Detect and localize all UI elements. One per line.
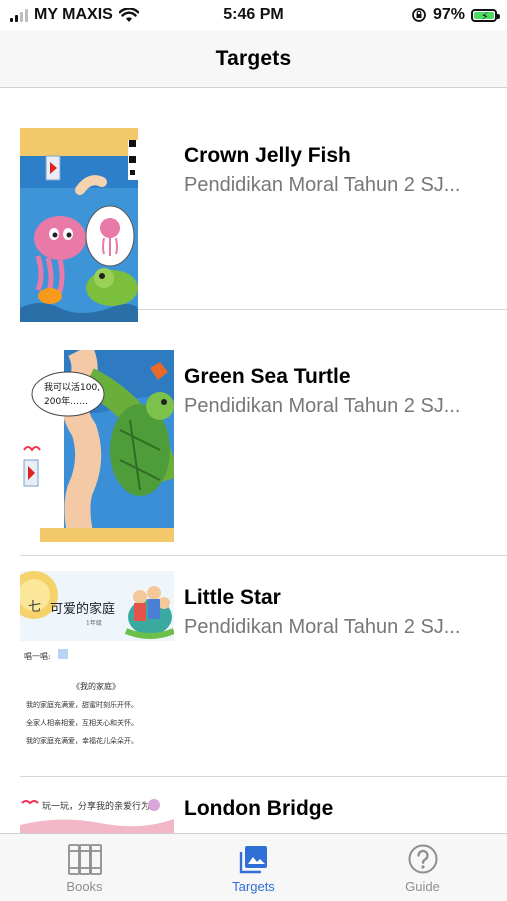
target-thumbnail: 我可以活100, 200年……: [20, 350, 174, 542]
navigation-bar: Targets: [0, 30, 507, 88]
star-song-line-3: 我的家庭充满爱，幸福花儿朵朵开。: [26, 736, 138, 745]
target-subtitle: Pendidikan Moral Tahun 2 SJ...: [184, 616, 461, 638]
photo-icon: [239, 842, 269, 876]
tab-label: Guide: [405, 879, 440, 894]
star-chapter-sub: 1年级: [86, 619, 102, 627]
bridge-text: 玩一玩，分享我的亲爱行为。: [42, 800, 159, 812]
list-item-crown-jelly-fish[interactable]: Crown Jelly Fish Pendidikan Moral Tahun …: [20, 88, 507, 322]
jellyfish-image: [20, 128, 138, 322]
star-song-title: 《我的家庭》: [72, 681, 120, 691]
target-thumbnail: 玩一玩，分享我的亲爱行为。: [20, 797, 174, 833]
star-song-line-1: 我的家庭充满爱，甜蜜时刻乐开怀。: [26, 700, 138, 709]
tab-bar: Books Targets Guide: [0, 833, 507, 901]
star-chapter-title: 可爱的家庭: [50, 601, 115, 617]
target-thumbnail: 七 可爱的家庭 1年级 唱一唱: 《我的家庭》 我的家庭充满爱，甜蜜时刻乐开怀。…: [20, 571, 174, 765]
status-right: 97% ⚡: [411, 6, 507, 24]
list-item-little-star[interactable]: 七 可爱的家庭 1年级 唱一唱: 《我的家庭》 我的家庭充满爱，甜蜜时刻乐开怀。…: [20, 556, 507, 777]
carrier-label: MY MAXIS: [34, 6, 113, 23]
turtle-bubble-text-2: 200年……: [44, 395, 88, 407]
battery-percent: 97%: [432, 6, 465, 23]
battery-charging-icon: ⚡: [471, 8, 500, 23]
tab-label: Books: [66, 879, 103, 894]
target-title: Little Star: [184, 586, 281, 609]
targets-list[interactable]: Crown Jelly Fish Pendidikan Moral Tahun …: [0, 88, 507, 833]
tab-label: Targets: [232, 879, 275, 894]
signal-icon: [10, 8, 28, 22]
little-star-image: 七 可爱的家庭 1年级 唱一唱: 《我的家庭》 我的家庭充满爱，甜蜜时刻乐开怀。…: [20, 571, 174, 765]
target-title: Crown Jelly Fish: [184, 144, 351, 167]
target-thumbnail: [20, 128, 138, 322]
list-item-green-sea-turtle[interactable]: 我可以活100, 200年…… Green Sea Turtle Pendidi…: [20, 335, 507, 556]
sea-turtle-image: 我可以活100, 200年……: [20, 350, 174, 542]
tab-guide[interactable]: Guide: [338, 834, 507, 901]
list-item-london-bridge[interactable]: 玩一玩，分享我的亲爱行为。 London Bridge: [20, 777, 507, 833]
wifi-icon: [118, 7, 139, 22]
rotation-lock-icon: [412, 8, 426, 22]
star-chapter-number: 七: [28, 600, 41, 615]
london-bridge-image: 玩一玩，分享我的亲爱行为。: [20, 797, 174, 833]
status-left: MY MAXIS: [0, 6, 139, 24]
question-icon: [407, 842, 439, 876]
books-icon: [67, 842, 103, 876]
target-title: London Bridge: [184, 797, 334, 820]
target-subtitle: Pendidikan Moral Tahun 2 SJ...: [184, 174, 461, 196]
page-title: Targets: [215, 46, 292, 70]
target-subtitle: Pendidikan Moral Tahun 2 SJ...: [184, 395, 461, 417]
turtle-bubble-text: 我可以活100,: [44, 381, 100, 393]
target-title: Green Sea Turtle: [184, 365, 351, 388]
tab-targets[interactable]: Targets: [169, 834, 338, 901]
star-listen-label: 唱一唱:: [24, 652, 51, 661]
tab-books[interactable]: Books: [0, 834, 169, 901]
star-song-line-2: 全家人相亲相爱，互相关心和关怀。: [26, 718, 138, 727]
status-bar: MY MAXIS 5:46 PM 97% ⚡: [0, 0, 507, 30]
